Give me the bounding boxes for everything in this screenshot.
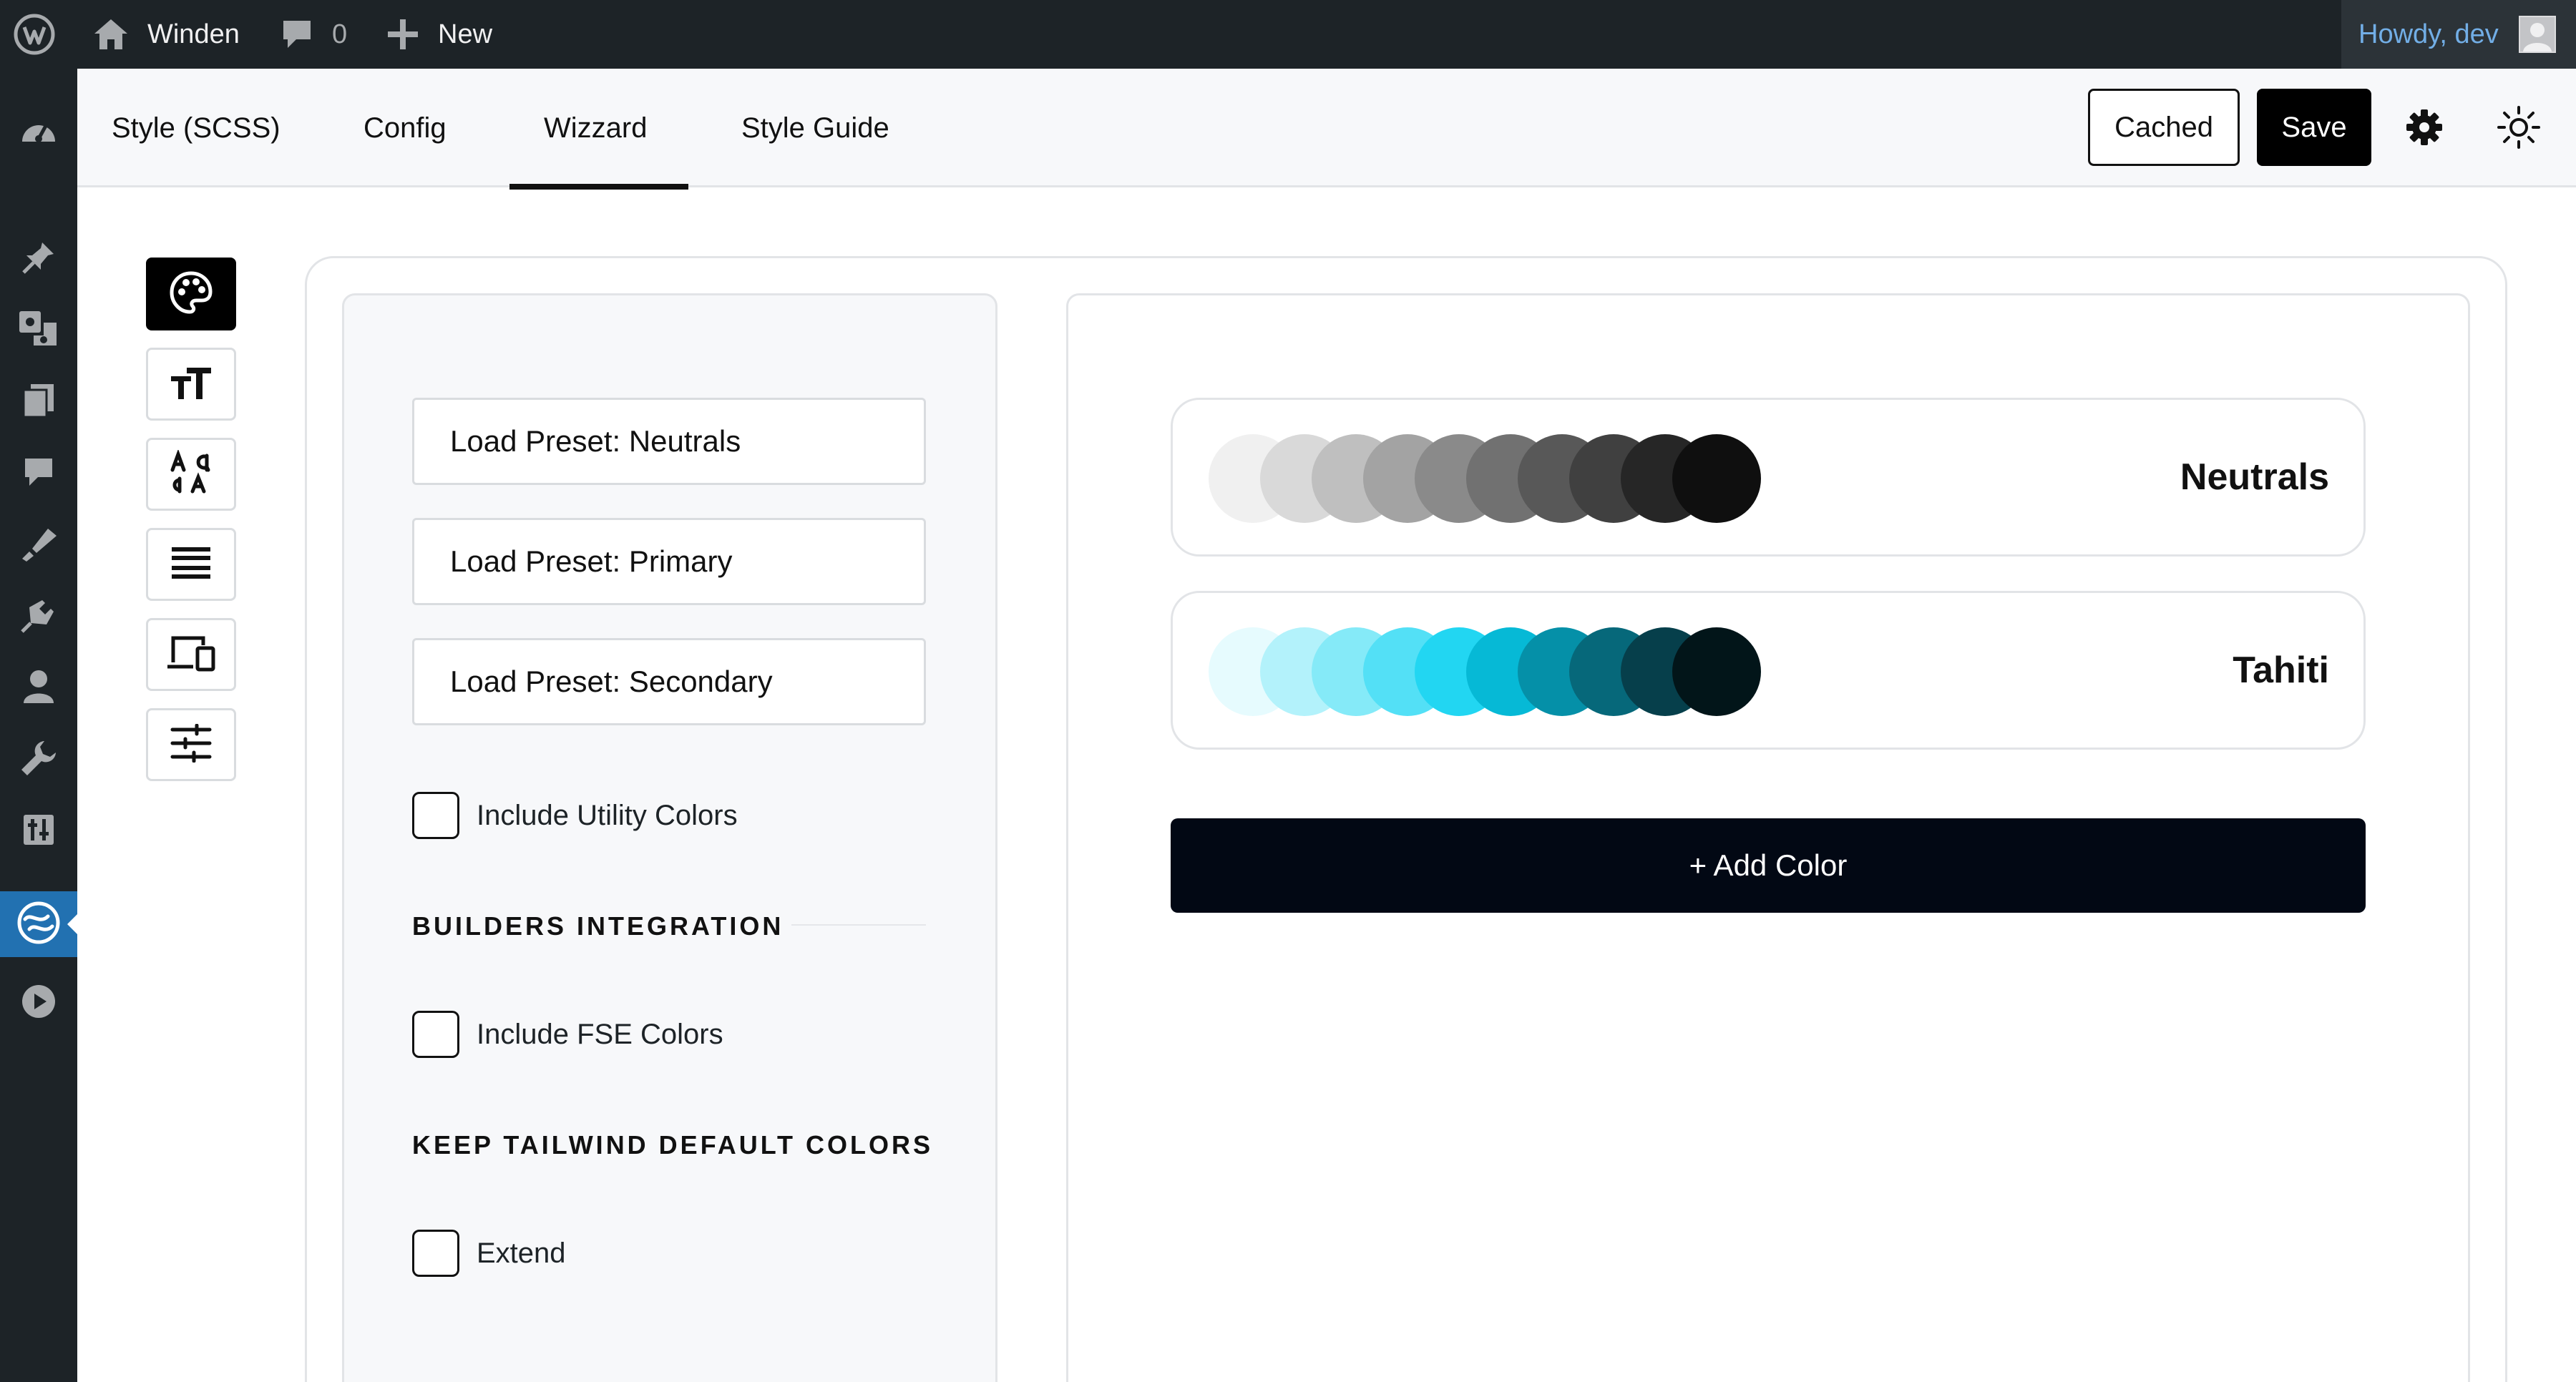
include-fse-colors-checkbox[interactable]: Include FSE Colors [412,1011,723,1058]
howdy-text: Howdy, dev [2358,19,2499,49]
menu-dashboard[interactable] [0,97,77,163]
swatch-row [1209,627,1795,716]
menu-pages[interactable] [0,369,77,435]
theme-sun-icon[interactable] [2493,102,2545,153]
plugins-icon [21,597,57,637]
section-divider [791,924,926,926]
wp-admin-bar: Winden 0 New Howdy, dev [0,0,2576,69]
comments-link[interactable]: 0 [280,0,347,69]
spacing-icon [170,546,212,584]
save-button[interactable]: Save [2257,89,2371,166]
menu-users[interactable] [0,655,77,721]
menu-tools[interactable] [0,727,77,793]
load-preset-primary-button[interactable]: Load Preset: Primary [412,518,926,605]
checkbox-label: Include Utility Colors [477,799,738,831]
palette-name: Tahiti [2233,650,2329,691]
media-icon [18,310,59,352]
tool-spacing[interactable] [146,528,236,601]
color-swatch [1672,627,1761,716]
cached-button[interactable]: Cached [2088,89,2240,166]
menu-appearance[interactable] [0,512,77,578]
settings-gear-icon[interactable] [2399,102,2450,153]
menu-media-player[interactable] [0,970,77,1036]
tab-config[interactable]: Config [364,69,447,187]
wp-admin-menu [0,69,77,1382]
pin-icon [21,240,57,279]
menu-comments[interactable] [0,441,77,506]
dashboard-icon [19,113,58,148]
checkbox-label: Include FSE Colors [477,1018,723,1050]
palette-neutrals[interactable]: Neutrals [1171,398,2366,557]
builders-integration-heading: BUILDERS INTEGRATION [412,911,784,941]
my-account-menu[interactable]: Howdy, dev [2341,0,2576,69]
menu-posts[interactable] [0,226,77,292]
checkbox-label: Extend [477,1237,566,1269]
text-size-icon [170,365,213,404]
settings-icon [22,813,55,850]
comments-icon [22,456,55,492]
checkbox-box[interactable] [412,1230,459,1277]
comment-bubble-icon [280,18,313,51]
add-color-button[interactable]: + Add Color [1171,818,2366,913]
swatch-row [1209,434,1795,523]
devices-icon [166,634,216,676]
users-icon [22,669,55,708]
tab-style-guide[interactable]: Style Guide [741,69,889,187]
checkbox-box[interactable] [412,792,459,839]
extend-checkbox[interactable]: Extend [412,1230,566,1277]
tool-font-family[interactable] [146,438,236,511]
tab-style-scss[interactable]: Style (SCSS) [112,69,280,187]
new-label: New [438,19,493,49]
pages-icon [22,383,55,422]
include-utility-colors-checkbox[interactable]: Include Utility Colors [412,792,738,839]
tool-colors[interactable] [146,258,236,330]
new-content-link[interactable]: New [386,0,492,69]
site-name-link[interactable]: Winden [93,0,240,69]
wordpress-logo-icon[interactable] [13,0,56,69]
sliders-icon [170,723,213,766]
site-name: Winden [147,19,240,49]
palette-name: Neutrals [2180,456,2329,498]
color-swatch [1672,434,1761,523]
play-icon [21,984,57,1023]
checkbox-box[interactable] [412,1011,459,1058]
menu-plugins[interactable] [0,584,77,650]
font-family-icon [170,449,213,499]
avatar [2519,16,2556,53]
palette-tahiti[interactable]: Tahiti [1171,591,2366,750]
load-preset-neutrals-button[interactable]: Load Preset: Neutrals [412,398,926,485]
app-header: Style (SCSS) Config Wizzard Style Guide … [77,69,2576,190]
keep-tailwind-colors-heading: KEEP TAILWIND DEFAULT COLORS [412,1130,934,1160]
tab-wizzard[interactable]: Wizzard [509,69,690,190]
palette-icon [169,270,213,318]
tool-advanced[interactable] [146,708,236,781]
tool-font-size[interactable] [146,348,236,421]
appearance-icon [19,526,58,565]
comments-count: 0 [332,19,348,49]
home-icon [93,18,129,51]
menu-settings[interactable] [0,798,77,864]
menu-media[interactable] [0,298,77,363]
plus-icon [386,18,419,51]
tool-screens[interactable] [146,618,236,691]
winden-icon [16,901,61,949]
menu-winden[interactable] [0,891,77,957]
tools-icon [20,740,57,780]
load-preset-secondary-button[interactable]: Load Preset: Secondary [412,638,926,725]
